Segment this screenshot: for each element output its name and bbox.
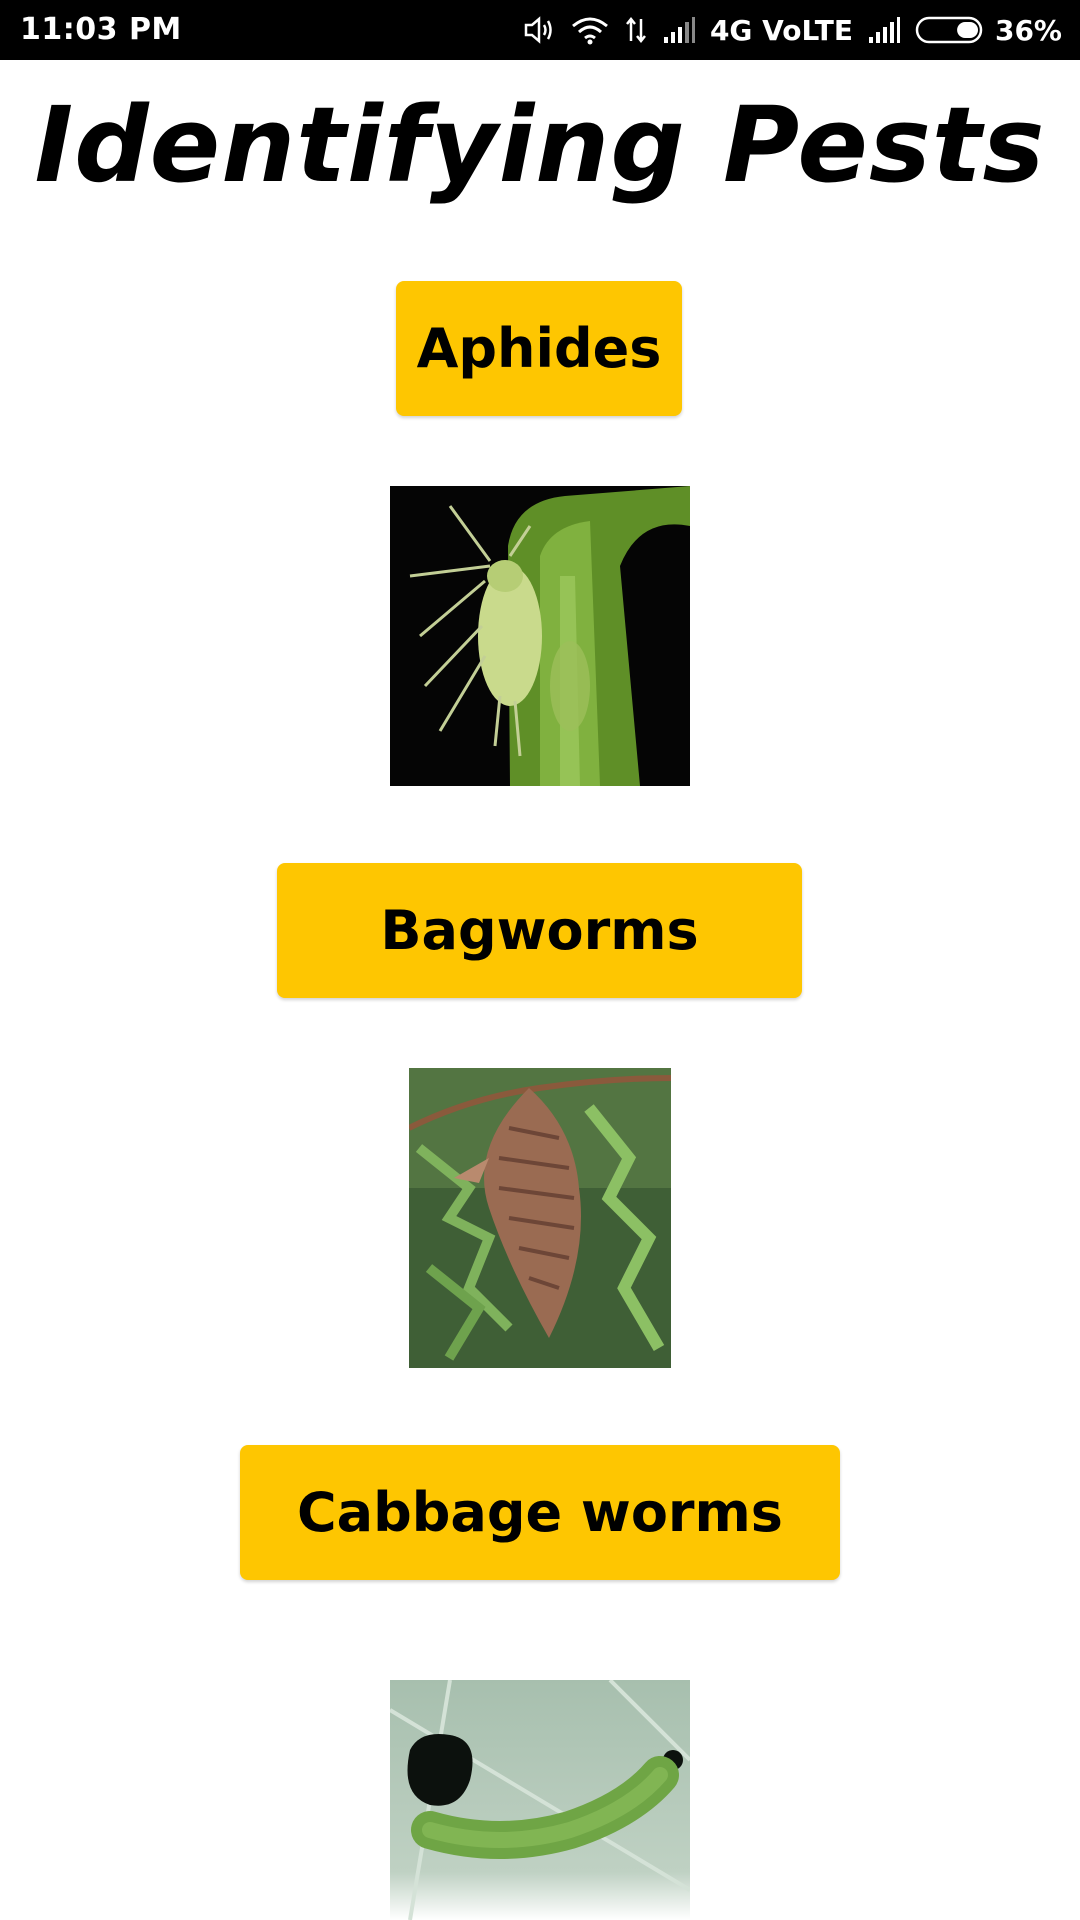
status-bar: 11:03 PM 4G VoLTE 36%: [0, 0, 1080, 60]
status-time: 11:03 PM: [20, 12, 182, 47]
data-transfer-icon: [624, 15, 648, 45]
wifi-icon: [570, 15, 610, 45]
battery-percent: 36%: [994, 13, 1062, 47]
page-title: Identifying Pests: [34, 84, 1046, 206]
signal-icon: [662, 15, 696, 45]
battery-icon: [915, 15, 987, 45]
bagworms-button[interactable]: Bagworms: [277, 863, 802, 998]
signal-icon-secondary: [867, 15, 901, 45]
network-label: 4G VoLTE: [709, 13, 853, 47]
cabbage-worm-photo: [390, 1680, 690, 1920]
aphid-photo: [390, 486, 690, 786]
bagworm-photo: [409, 1068, 671, 1368]
cabbage-worms-button[interactable]: Cabbage worms: [240, 1445, 840, 1580]
status-icons: 4G VoLTE 36%: [522, 0, 1062, 60]
aphides-button[interactable]: Aphides: [396, 281, 682, 416]
battery-status: 36%: [915, 14, 1062, 47]
vibrate-sound-icon: [522, 15, 556, 45]
